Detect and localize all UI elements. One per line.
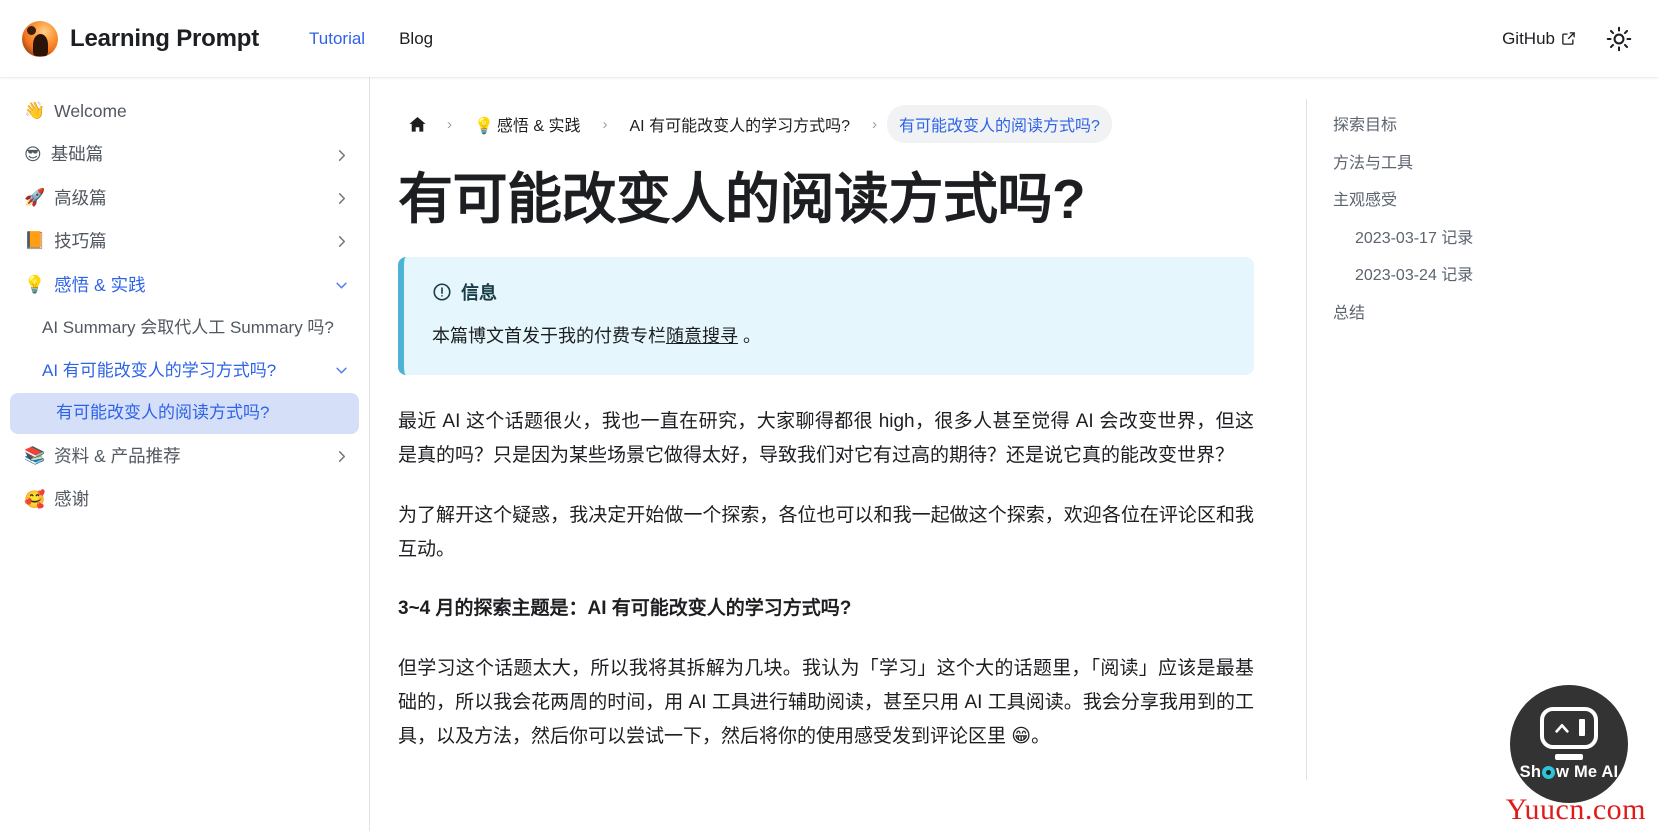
admonition-link[interactable]: 随意搜寻 xyxy=(666,326,738,346)
chevron-right-icon xyxy=(338,193,346,204)
sidebar-item-8[interactable]: 📚 资料 & 产品推荐 xyxy=(10,436,359,477)
brand-home-link[interactable]: Learning Prompt xyxy=(22,20,260,57)
toc-item-5[interactable]: 总结 xyxy=(1333,295,1606,333)
article-subheading: 3~4 月的探索主题是：AI 有可能改变人的学习方式吗? xyxy=(398,598,852,620)
toc-item-2[interactable]: 主观感受 xyxy=(1333,182,1606,220)
admonition-text-after: 。 xyxy=(738,325,762,346)
nav-link-tutorial[interactable]: Tutorial xyxy=(299,23,375,55)
chevron-right-icon xyxy=(338,451,346,462)
article-paragraph: 但学习这个话题太大，所以我将其拆解为几块。我认为「学习」这个大的话题里，「阅读」… xyxy=(398,658,1254,747)
light-bulb-icon: 💡 xyxy=(24,274,46,295)
sidebar-item-label: 有可能改变人的阅读方式吗? xyxy=(56,403,270,423)
smiling-face-with-hearts-icon: 🥰 xyxy=(24,489,46,510)
navbar: Learning Prompt Tutorial Blog GitHub xyxy=(0,0,1658,77)
toc-item-1[interactable]: 方法与工具 xyxy=(1333,145,1606,183)
fab-label-part1: Sh xyxy=(1519,762,1542,781)
article-body: 最近 AI 这个话题很火，我也一直在研究，大家聊得都很 high，很多人甚至觉得… xyxy=(398,405,1254,754)
sunglasses-face-icon: 😎 xyxy=(24,144,42,165)
sidebar-item-label: AI 有可能改变人的学习方式吗? xyxy=(42,360,277,380)
github-link[interactable]: GitHub xyxy=(1502,29,1576,49)
admonition-body: 本篇博文首发于我的付费专栏随意搜寻 。 xyxy=(432,321,1230,352)
robot-eye-bar-icon xyxy=(1578,719,1585,736)
breadcrumb-current[interactable]: 有可能改变人的阅读方式吗? xyxy=(886,105,1112,143)
sidebar-item-label: 资料 & 产品推荐 xyxy=(54,445,181,466)
chevron-up-icon xyxy=(1554,723,1569,733)
breadcrumb-separator: › xyxy=(602,115,608,133)
admonition-text-before: 本篇博文首发于我的付费专栏 xyxy=(432,325,666,346)
info-admonition: 信息 本篇博文首发于我的付费专栏随意搜寻 。 xyxy=(398,256,1254,376)
admonition-title: 信息 xyxy=(461,282,497,303)
toc-list: 探索目标 方法与工具 主观感受 2023-03-17 记录 2023-03-24 记录总… xyxy=(1333,107,1606,333)
waving-hand-icon: 👋 xyxy=(24,101,46,122)
github-label: GitHub xyxy=(1502,28,1555,48)
breadcrumb: › 💡 感悟 & 实践 › AI 有可能改变人的学习方式吗? › 有可能改变人的阅读方式吗? xyxy=(398,99,1254,147)
external-link-icon xyxy=(1562,32,1575,45)
breadcrumb-label: 感悟 & 实践 xyxy=(496,118,581,135)
chevron-right-icon xyxy=(338,236,346,248)
sidebar-item-label: 基础篇 xyxy=(50,144,104,165)
article-paragraph: 最近 AI 这个话题很火，我也一直在研究，大家聊得都很 high，很多人甚至觉得… xyxy=(398,411,1254,466)
page-layout: 👋 Welcome 😎 基础篇 🚀 高级篇 📙 技巧篇 💡 感悟 & 实践 AI Summary 会… xyxy=(0,77,1658,831)
chevron-right-icon xyxy=(338,149,346,161)
sidebar-item-2[interactable]: 🚀 高级篇 xyxy=(10,178,359,219)
breadcrumb-separator: › xyxy=(871,115,877,133)
main-content: › 💡 感悟 & 实践 › AI 有可能改变人的学习方式吗? › 有可能改变人的阅读方式吗?… xyxy=(370,77,1658,831)
toc-item-0[interactable]: 探索目标 xyxy=(1333,107,1606,145)
light-bulb-icon: 💡 xyxy=(474,116,494,135)
breadcrumb-item-1[interactable]: 💡 感悟 & 实践 xyxy=(462,105,593,143)
show-me-ai-label: Sh w Me AI xyxy=(1520,763,1619,782)
home-icon xyxy=(409,116,426,132)
show-me-ai-button[interactable]: Sh w Me AI xyxy=(1510,685,1628,803)
breadcrumb-separator: › xyxy=(447,115,452,133)
breadcrumb-label: AI 有可能改变人的学习方式吗? xyxy=(629,118,850,135)
toc-item-3[interactable]: 2023-03-17 记录 xyxy=(1333,220,1606,258)
table-of-contents: 探索目标 方法与工具 主观感受 2023-03-17 记录 2023-03-24 记录总… xyxy=(1306,99,1606,780)
fab-eye-icon xyxy=(1542,765,1556,779)
info-circle-icon xyxy=(433,283,451,301)
sidebar-item-label: AI Summary 会取代人工 Summary 吗? xyxy=(42,317,334,337)
sidebar-item-1[interactable]: 😎 基础篇 xyxy=(10,134,359,175)
sidebar-item-5[interactable]: AI Summary 会取代人工 Summary 吗? xyxy=(10,308,359,349)
article-paragraph: 为了解开这个疑惑，我决定开始做一个探索，各位也可以和我一起做这个探索，欢迎各位在… xyxy=(398,504,1254,560)
navbar-right: GitHub xyxy=(1502,22,1636,56)
chevron-down-icon xyxy=(336,282,347,289)
fab-label-part2: w Me AI xyxy=(1556,762,1619,781)
breadcrumb-label: 有可能改变人的阅读方式吗? xyxy=(898,118,1100,135)
sidebar-item-7[interactable]: 有可能改变人的阅读方式吗? xyxy=(10,393,359,434)
avatar-logo-icon xyxy=(22,20,58,57)
sidebar-item-label: 技巧篇 xyxy=(54,231,107,252)
sidebar-menu: 👋 Welcome 😎 基础篇 🚀 高级篇 📙 技巧篇 💡 感悟 & 实践 AI Summary 会… xyxy=(10,91,359,521)
sun-icon xyxy=(1606,26,1632,51)
theme-toggle-button[interactable] xyxy=(1602,22,1636,56)
breadcrumb-item-2[interactable]: AI 有可能改变人的学习方式吗? xyxy=(618,105,862,143)
watermark: Yuucn.com xyxy=(1505,793,1646,826)
doc-column: › 💡 感悟 & 实践 › AI 有可能改变人的学习方式吗? › 有可能改变人的阅读方式吗?… xyxy=(370,99,1300,780)
nav-link-blog[interactable]: Blog xyxy=(389,23,443,55)
sidebar-item-6[interactable]: AI 有可能改变人的学习方式吗? xyxy=(10,351,359,392)
page-title: 有可能改变人的阅读方式吗? xyxy=(398,168,1086,230)
rocket-icon: 🚀 xyxy=(24,188,46,209)
robot-stand-icon xyxy=(1555,753,1583,760)
chevron-down-icon xyxy=(336,367,347,374)
sidebar-item-label: 感谢 xyxy=(54,489,90,510)
sidebar-item-0[interactable]: 👋 Welcome xyxy=(10,91,359,132)
sidebar-item-9[interactable]: 🥰 感谢 xyxy=(10,479,359,520)
sidebar-item-label: Welcome xyxy=(54,101,127,121)
breadcrumb-home[interactable] xyxy=(398,108,437,141)
sidebar-item-3[interactable]: 📙 技巧篇 xyxy=(10,221,359,262)
sidebar: 👋 Welcome 😎 基础篇 🚀 高级篇 📙 技巧篇 💡 感悟 & 实践 AI Summary 会… xyxy=(0,77,370,831)
books-icon: 📚 xyxy=(24,446,46,467)
robot-monitor-icon xyxy=(1540,706,1598,749)
sidebar-item-label: 感悟 & 实践 xyxy=(54,274,146,295)
toc-item-4[interactable]: 2023-03-24 记录 xyxy=(1333,257,1606,295)
admonition-header: 信息 xyxy=(432,279,1230,305)
sidebar-item-4[interactable]: 💡 感悟 & 实践 xyxy=(10,265,359,306)
sidebar-item-label: 高级篇 xyxy=(54,187,107,208)
navbar-links: Tutorial Blog xyxy=(299,23,443,55)
brand-title: Learning Prompt xyxy=(70,24,260,52)
orange-book-icon: 📙 xyxy=(24,231,46,252)
